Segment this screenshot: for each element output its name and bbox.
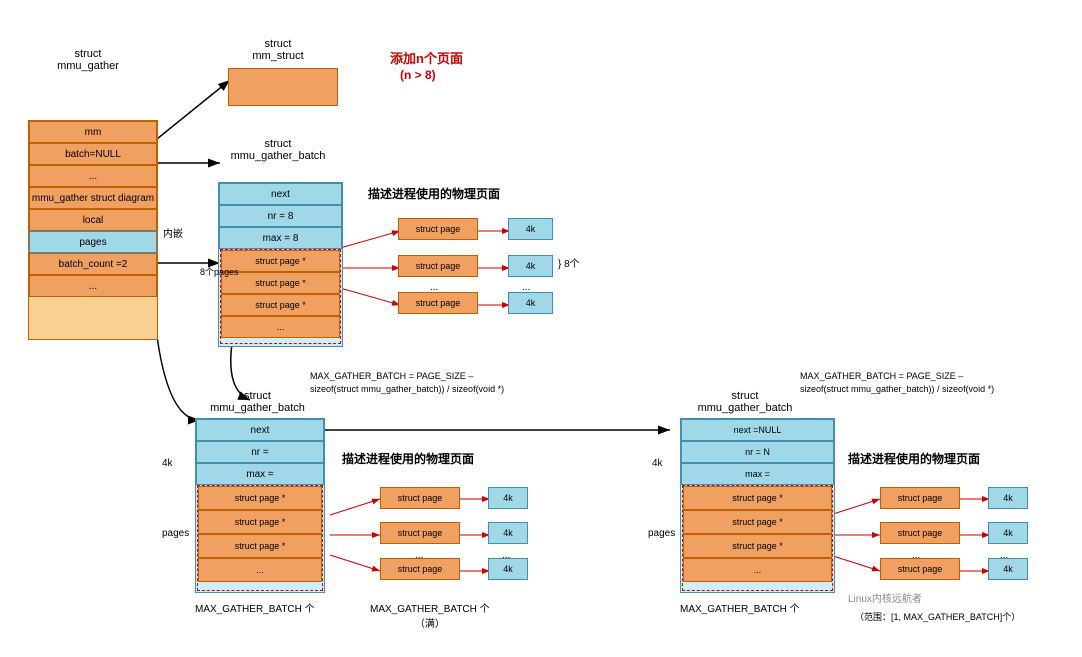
bl-nr: nr = (196, 441, 324, 463)
top-phys-label: 描述进程使用的物理页面 (368, 185, 500, 202)
mmu-gather-group: mm batch=NULL ... mmu_gather struct diag… (28, 120, 158, 340)
bl-page3: struct page * (198, 534, 322, 558)
mm-struct-title: struct mm_struct (228, 38, 328, 62)
top-4k1: 4k (508, 218, 553, 240)
bl-max-label: MAX_GATHER_BATCH 个 (195, 600, 315, 615)
bl-sp3: struct page (380, 558, 460, 580)
br-4k1: 4k (988, 487, 1028, 509)
field-dots1: ... (29, 165, 157, 187)
bl-pages-label: pages (162, 528, 189, 539)
bl-4k-label: 4k (162, 458, 173, 469)
bl-next: next (196, 419, 324, 441)
br-max-label: MAX_GATHER_BATCH 个 (680, 600, 800, 615)
mm-struct-box (228, 68, 338, 106)
field-dots2: ... (29, 275, 157, 297)
tb-next: next (219, 183, 342, 205)
br-4k2: 4k (988, 522, 1028, 544)
bl-page2: struct page * (198, 510, 322, 534)
field-batch-count: batch_count =2 (29, 253, 157, 275)
bl-batch-group: next nr = max = struct page * struct pag… (195, 418, 325, 593)
br-page3: struct page * (683, 534, 832, 558)
br-page2: struct page * (683, 510, 832, 534)
br-sp1: struct page (880, 487, 960, 509)
top-batch-title: struct mmu_gather_batch (218, 138, 338, 162)
bl-phys-label: 描述进程使用的物理页面 (342, 450, 474, 467)
diagram-container: struct mmu_gather mm batch=NULL ... mmu_… (0, 0, 1082, 657)
field-active: mmu_gather struct diagram (29, 187, 157, 209)
bl-sp1: struct page (380, 487, 460, 509)
br-4k3: 4k (988, 558, 1028, 580)
br-page1: struct page * (683, 486, 832, 510)
embed-label: 内嵌 (163, 225, 183, 240)
bl-4k1: 4k (488, 487, 528, 509)
bl-pages-container: struct page * struct page * struct page … (197, 485, 323, 591)
formula-left: MAX_GATHER_BATCH = PAGE_SIZE – sizeof(st… (310, 370, 590, 396)
formula-right: MAX_GATHER_BATCH = PAGE_SIZE – sizeof(st… (800, 370, 1070, 396)
br-pages-label: pages (648, 528, 675, 539)
br-max: max = (681, 463, 834, 485)
field-pages: pages (29, 231, 157, 253)
field-local: local (29, 209, 157, 231)
bl-max: max = (196, 463, 324, 485)
top-sp3: struct page (398, 292, 478, 314)
bl-max-full-label: MAX_GATHER_BATCH 个（满） (370, 600, 490, 630)
eight-count: } 8个 (558, 255, 580, 270)
top-4k2: 4k (508, 255, 553, 277)
br-dots: ... (683, 558, 832, 582)
add-pages-label: 添加n个页面 (390, 48, 463, 67)
top-sp2: struct page (398, 255, 478, 277)
br-4k-label: 4k (652, 458, 663, 469)
field-batch: batch=NULL (29, 143, 157, 165)
mmu-gather-title: struct mmu_gather (28, 48, 148, 72)
br-pages-container: struct page * struct page * struct page … (682, 485, 833, 591)
br-sp3: struct page (880, 558, 960, 580)
br-batch-group: next =NULL nr = N max = struct page * st… (680, 418, 835, 593)
br-nr: nr = N (681, 441, 834, 463)
bl-4k2: 4k (488, 522, 528, 544)
bl-sp2: struct page (380, 522, 460, 544)
br-max-range-label: （范围：[1, MAX_GATHER_BATCH]个） (855, 610, 1020, 623)
tb-pages-container: struct page * struct page * struct page … (220, 249, 341, 344)
br-next: next =NULL (681, 419, 834, 441)
bl-page1: struct page * (198, 486, 322, 510)
tb-nr: nr = 8 (219, 205, 342, 227)
tb-dots: ... (221, 316, 340, 338)
top-4k3: 4k (508, 292, 553, 314)
br-sp2: struct page (880, 522, 960, 544)
br-batch-title: struct mmu_gather_batch (680, 390, 810, 414)
bl-dots: ... (198, 558, 322, 582)
tb-max: max = 8 (219, 227, 342, 249)
bl-batch-title: struct mmu_gather_batch (195, 390, 320, 414)
tb-page3: struct page * (221, 294, 340, 316)
top-sp1: struct page (398, 218, 478, 240)
field-mm: mm (29, 121, 157, 143)
bl-4k3: 4k (488, 558, 528, 580)
add-pages-sub: (n > 8) (400, 68, 436, 82)
br-phys-label: 描述进程使用的物理页面 (848, 450, 980, 467)
eight-pages-label: 8个pages (200, 265, 239, 278)
watermark: Linux内核远航者 (848, 590, 922, 605)
